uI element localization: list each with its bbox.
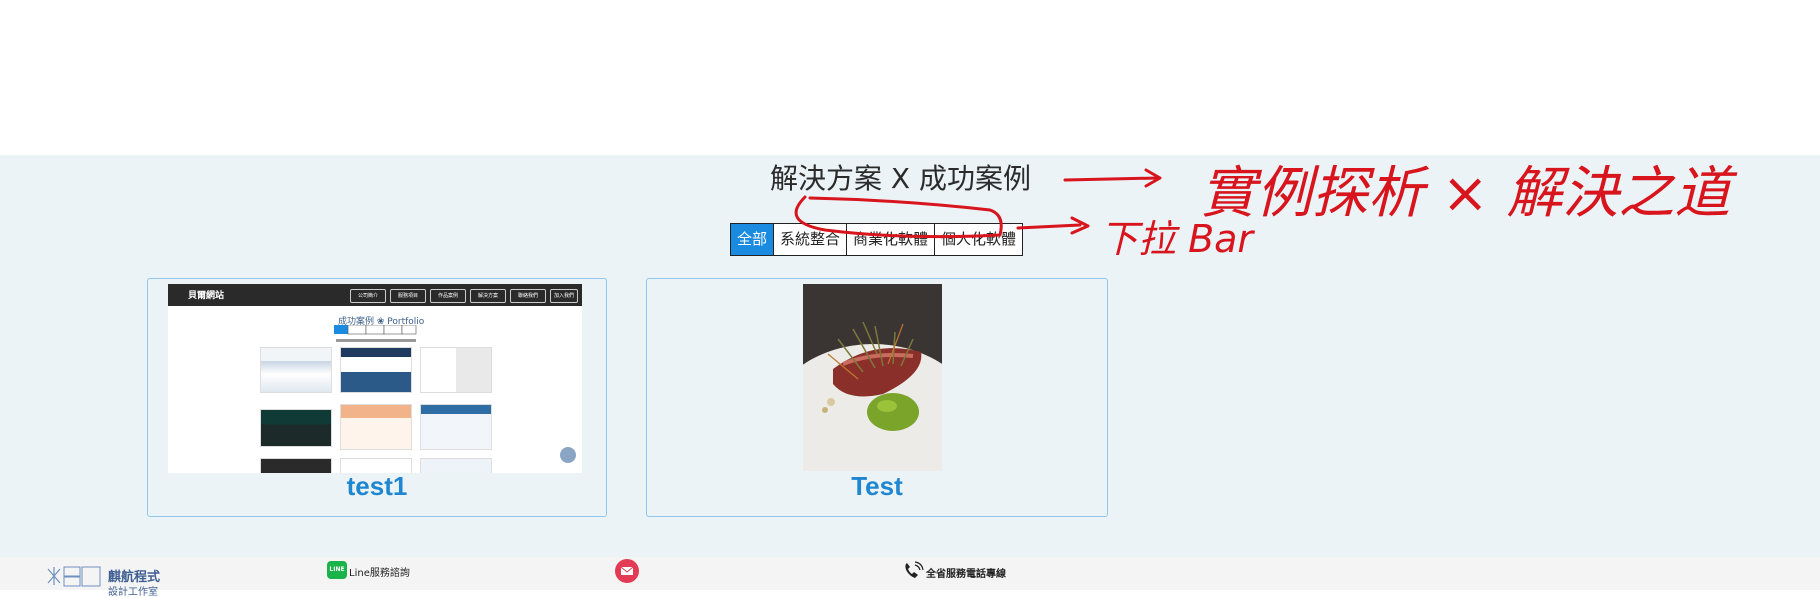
annotation-arrow-tabs	[1016, 223, 1082, 230]
annotation-tab-note: 下拉 Bar	[1100, 217, 1255, 261]
annotation-layer: 實例探析 × 解決之道 下拉 Bar	[794, 161, 1738, 261]
annotation-title-note: 實例探析 × 解決之道	[1200, 161, 1738, 226]
annotation-arrow-title	[1063, 176, 1160, 182]
